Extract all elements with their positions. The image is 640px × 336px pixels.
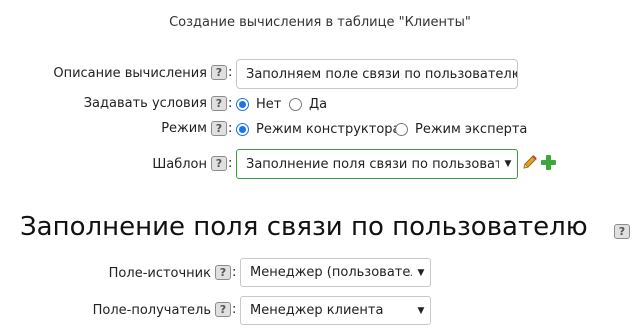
conditions-option-no[interactable]: Нет <box>236 97 281 112</box>
help-icon[interactable]: ? <box>215 302 231 317</box>
dropdown-arrow-icon: ▼ <box>504 159 512 169</box>
colon: : <box>228 156 233 171</box>
help-icon[interactable]: ? <box>211 121 227 136</box>
plus-icon[interactable] <box>540 154 557 171</box>
mode-label: Режим <box>161 121 207 136</box>
option-label: Да <box>309 97 328 112</box>
target-field-select[interactable]: Менеджер клиента ▼ <box>240 296 431 325</box>
conditions-label: Задавать условия <box>83 96 207 111</box>
pencil-icon[interactable] <box>521 154 538 171</box>
help-icon[interactable]: ? <box>211 96 227 111</box>
dropdown-arrow-icon: ▼ <box>417 267 425 278</box>
dropdown-arrow-icon: ▼ <box>417 305 425 316</box>
source-field-select[interactable]: Менеджер (пользователь) ▼ <box>240 258 431 287</box>
radio-unchecked[interactable] <box>289 98 302 111</box>
description-value: Заполняем поле связи по пользователю <box>246 66 518 82</box>
colon: : <box>232 302 237 317</box>
help-icon[interactable]: ? <box>614 224 630 239</box>
mode-option-expert[interactable]: Режим эксперта <box>395 122 527 137</box>
source-field-label: Поле-источник <box>108 266 211 281</box>
help-icon[interactable]: ? <box>211 65 227 80</box>
description-input[interactable]: Заполняем поле связи по пользователю <box>236 59 518 89</box>
template-select[interactable]: Заполнение поля связи по пользователю ▼ <box>236 149 518 179</box>
colon: : <box>232 265 237 280</box>
template-label: Шаблон <box>152 157 207 172</box>
target-field-label: Поле-получатель <box>92 303 211 318</box>
colon: : <box>228 121 233 136</box>
mode-option-constructor[interactable]: Режим конструктора <box>236 122 401 137</box>
radio-checked[interactable] <box>236 123 249 136</box>
conditions-option-yes[interactable]: Да <box>289 97 327 112</box>
template-value: Заполнение поля связи по пользователю <box>246 156 499 172</box>
source-field-value: Менеджер (пользователь) <box>250 265 412 280</box>
help-icon[interactable]: ? <box>215 265 231 280</box>
description-label: Описание вычисления <box>53 66 207 81</box>
option-label: Нет <box>256 97 282 112</box>
target-field-value: Менеджер клиента <box>250 303 384 318</box>
radio-unchecked[interactable] <box>395 123 408 136</box>
colon: : <box>228 96 233 111</box>
option-label: Режим конструктора <box>256 122 401 137</box>
radio-checked[interactable] <box>236 98 249 111</box>
section-title: Заполнение поля связи по пользователю <box>20 212 588 242</box>
colon: : <box>228 65 233 80</box>
help-icon[interactable]: ? <box>211 156 227 171</box>
page-title: Создание вычисления в таблице "Клиенты" <box>169 15 471 30</box>
option-label: Режим эксперта <box>415 122 528 137</box>
